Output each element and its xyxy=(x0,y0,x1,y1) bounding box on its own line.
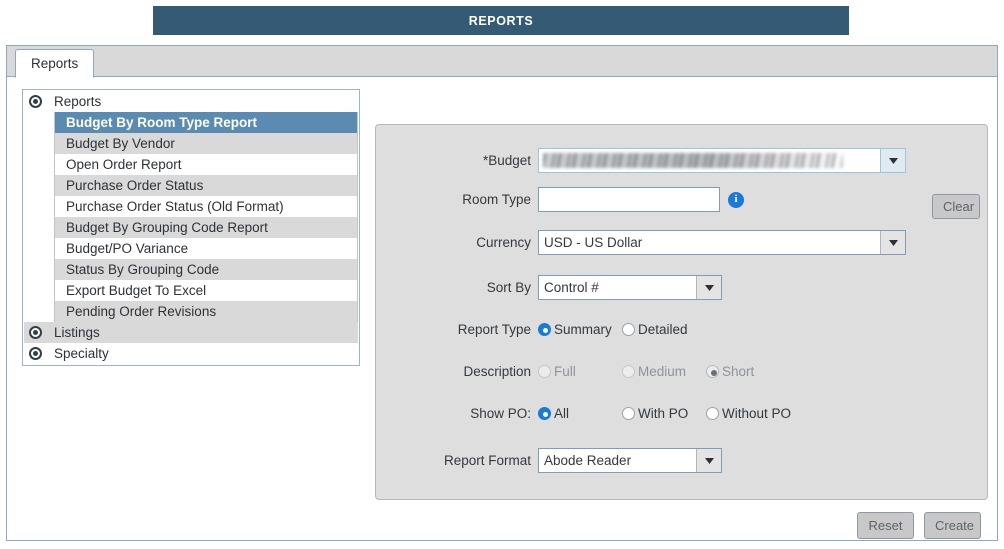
panel-body: Reports Budget By Room Type Report Budge… xyxy=(7,78,997,540)
tree-group-specialty-label: Specialty xyxy=(54,346,109,361)
report-format-label: Report Format xyxy=(443,453,531,468)
reports-tree-children: Budget By Room Type Report Budget By Ven… xyxy=(54,112,358,322)
sort-by-value: Control # xyxy=(544,280,599,295)
report-parameters-form: *Budget Room Type i Currency USD - US Do… xyxy=(375,124,988,500)
node-collapsed-icon[interactable] xyxy=(29,326,42,339)
radio-icon[interactable] xyxy=(706,407,719,420)
description-option-medium: Medium xyxy=(622,364,706,379)
radio-icon[interactable] xyxy=(622,407,635,420)
tree-group-specialty[interactable]: Specialty xyxy=(24,343,358,364)
tree-item-budget-by-grouping-code-report[interactable]: Budget By Grouping Code Report xyxy=(55,217,357,238)
tree-item-purchase-order-status[interactable]: Purchase Order Status xyxy=(55,175,357,196)
report-type-row: Report Type Summary Detailed xyxy=(376,322,987,337)
reports-tree: Reports Budget By Room Type Report Budge… xyxy=(22,89,360,366)
tree-item-purchase-order-status-old-format[interactable]: Purchase Order Status (Old Format) xyxy=(55,196,357,217)
description-option-full: Full xyxy=(538,364,622,379)
show-po-label: Show PO: xyxy=(470,406,531,421)
sort-by-label: Sort By xyxy=(486,280,531,295)
create-button[interactable]: Create xyxy=(924,512,981,539)
tree-item-budget-by-vendor[interactable]: Budget By Vendor xyxy=(55,133,357,154)
tree-item-pending-order-revisions[interactable]: Pending Order Revisions xyxy=(55,301,357,322)
radio-icon[interactable] xyxy=(622,323,635,336)
tree-group-reports[interactable]: Reports xyxy=(24,91,358,112)
budget-label: *Budget xyxy=(482,153,531,168)
description-option-short: Short xyxy=(706,364,754,379)
report-format-value: Abode Reader xyxy=(544,453,632,468)
redaction-blur xyxy=(543,153,843,168)
description-option-short-label: Short xyxy=(722,364,755,379)
currency-value: USD - US Dollar xyxy=(544,235,643,250)
tree-item-budget-by-room-type-report[interactable]: Budget By Room Type Report xyxy=(55,112,357,133)
radio-icon xyxy=(538,365,551,378)
radio-icon[interactable] xyxy=(538,323,551,336)
report-format-row: Report Format Abode Reader xyxy=(376,448,987,473)
tree-item-open-order-report[interactable]: Open Order Report xyxy=(55,154,357,175)
currency-row: Currency USD - US Dollar xyxy=(376,230,987,255)
tree-group-listings-label: Listings xyxy=(54,325,100,340)
tab-strip: Reports xyxy=(7,46,997,78)
description-option-medium-label: Medium xyxy=(638,364,687,379)
radio-icon[interactable] xyxy=(538,407,551,420)
description-label: Description xyxy=(463,364,531,379)
report-type-label: Report Type xyxy=(457,322,531,337)
node-expanded-icon[interactable] xyxy=(29,95,42,108)
currency-label: Currency xyxy=(476,235,531,250)
show-po-row: Show PO: All With PO Without PO xyxy=(376,406,987,421)
clear-button[interactable]: Clear xyxy=(932,194,980,219)
chevron-down-icon[interactable] xyxy=(696,449,721,472)
node-collapsed-icon[interactable] xyxy=(29,347,42,360)
budget-combobox[interactable] xyxy=(538,148,906,173)
sort-by-row: Sort By Control # xyxy=(376,275,987,300)
budget-value-redacted[interactable] xyxy=(539,149,880,172)
radio-icon xyxy=(706,365,719,378)
budget-row: *Budget xyxy=(376,148,987,173)
report-format-combobox[interactable]: Abode Reader xyxy=(538,448,722,473)
report-type-option-summary[interactable]: Summary xyxy=(538,322,622,337)
chevron-down-icon[interactable] xyxy=(880,231,905,254)
page-header-banner: REPORTS xyxy=(153,6,849,35)
application-panel: Reports Reports Budget By Room Type Repo… xyxy=(6,45,998,541)
room-type-row: Room Type i xyxy=(376,187,987,212)
room-type-label: Room Type xyxy=(462,192,531,207)
report-type-option-detailed[interactable]: Detailed xyxy=(622,322,688,337)
page-title: REPORTS xyxy=(468,13,534,28)
show-po-option-without-po-label: Without PO xyxy=(722,406,792,421)
currency-combobox[interactable]: USD - US Dollar xyxy=(538,230,906,255)
show-po-option-all-label: All xyxy=(554,406,570,421)
radio-icon xyxy=(622,365,635,378)
show-po-option-with-po-label: With PO xyxy=(638,406,689,421)
description-row: Description Full Medium Short xyxy=(376,364,987,379)
reset-button[interactable]: Reset xyxy=(857,512,914,539)
tree-item-status-by-grouping-code[interactable]: Status By Grouping Code xyxy=(55,259,357,280)
tab-reports-label: Reports xyxy=(31,56,79,71)
chevron-down-icon[interactable] xyxy=(696,276,721,299)
tree-group-listings[interactable]: Listings xyxy=(24,322,358,343)
chevron-down-icon[interactable] xyxy=(880,149,905,172)
room-type-input[interactable] xyxy=(538,187,720,212)
footer-actions: Reset Create xyxy=(857,512,981,539)
tree-group-reports-label: Reports xyxy=(54,94,102,109)
report-type-option-detailed-label: Detailed xyxy=(638,322,688,337)
show-po-option-all[interactable]: All xyxy=(538,406,622,421)
report-type-option-summary-label: Summary xyxy=(554,322,612,337)
show-po-option-with-po[interactable]: With PO xyxy=(622,406,706,421)
description-option-full-label: Full xyxy=(554,364,576,379)
tab-reports[interactable]: Reports xyxy=(15,49,95,78)
info-icon[interactable]: i xyxy=(728,191,744,208)
sort-by-combobox[interactable]: Control # xyxy=(538,275,722,300)
tree-item-budget-po-variance[interactable]: Budget/PO Variance xyxy=(55,238,357,259)
show-po-option-without-po[interactable]: Without PO xyxy=(706,406,791,421)
tree-item-export-budget-to-excel[interactable]: Export Budget To Excel xyxy=(55,280,357,301)
